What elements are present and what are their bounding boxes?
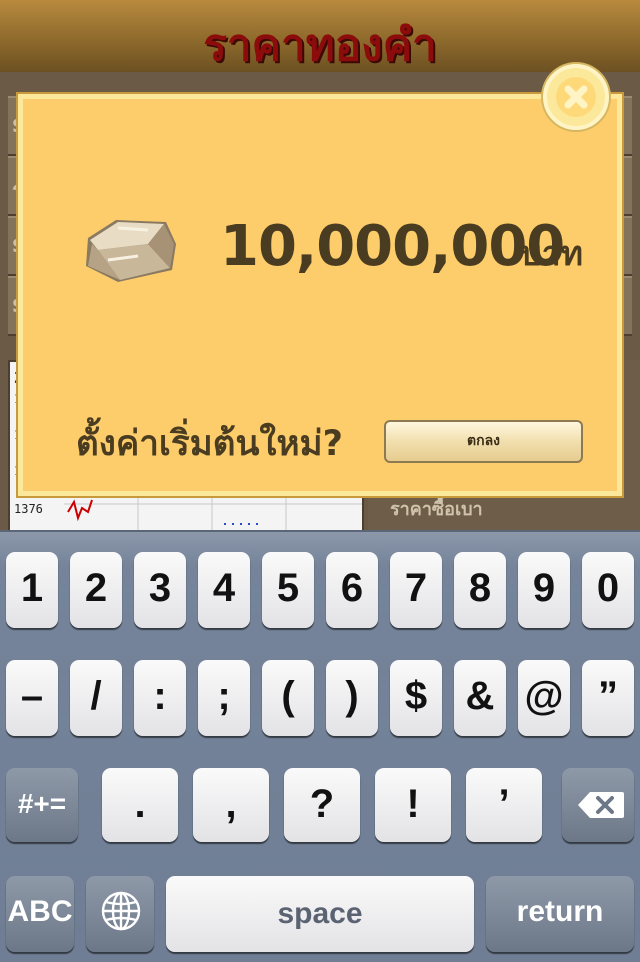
- close-x-icon: [564, 85, 588, 109]
- key[interactable]: !: [375, 768, 451, 842]
- backspace-icon: [578, 792, 624, 818]
- key[interactable]: 9: [518, 552, 570, 628]
- key[interactable]: $: [390, 660, 442, 736]
- key[interactable]: 1: [6, 552, 58, 628]
- key[interactable]: /: [70, 660, 122, 736]
- key[interactable]: ’: [466, 768, 542, 842]
- key[interactable]: 7: [390, 552, 442, 628]
- key[interactable]: @: [518, 660, 570, 736]
- app-header: ราคาทองคำ: [0, 0, 640, 72]
- key[interactable]: &: [454, 660, 506, 736]
- reset-question: ตั้งค่าเริ่มต้นใหม่?: [76, 424, 343, 464]
- globe-icon: [101, 891, 141, 931]
- app-title: ราคาทองคำ: [203, 20, 437, 71]
- symbols-toggle-key[interactable]: #+=: [6, 768, 78, 842]
- key[interactable]: :: [134, 660, 186, 736]
- key[interactable]: ;: [198, 660, 250, 736]
- ok-button[interactable]: ตกลง: [384, 420, 583, 463]
- key[interactable]: 5: [262, 552, 314, 628]
- close-button[interactable]: [543, 64, 609, 130]
- globe-key[interactable]: [86, 876, 154, 952]
- abc-key[interactable]: ABC: [6, 876, 74, 952]
- chart-label: 1376: [14, 502, 43, 516]
- key[interactable]: 6: [326, 552, 378, 628]
- key[interactable]: (: [262, 660, 314, 736]
- key[interactable]: 3: [134, 552, 186, 628]
- key[interactable]: 4: [198, 552, 250, 628]
- amount-unit: บาท: [520, 234, 584, 274]
- key[interactable]: .: [102, 768, 178, 842]
- key[interactable]: ): [326, 660, 378, 736]
- key[interactable]: ”: [582, 660, 634, 736]
- space-key[interactable]: space: [166, 876, 474, 952]
- key[interactable]: 0: [582, 552, 634, 628]
- key[interactable]: 2: [70, 552, 122, 628]
- backspace-key[interactable]: [562, 768, 634, 842]
- key[interactable]: 8: [454, 552, 506, 628]
- key[interactable]: ,: [193, 768, 269, 842]
- close-button-face: [556, 77, 596, 117]
- side-panel-label: ราคาซื้อเบา: [390, 499, 483, 520]
- key[interactable]: ?: [284, 768, 360, 842]
- chart-line: [67, 499, 93, 522]
- reward-amount: 10,000,000: [220, 214, 565, 279]
- return-key[interactable]: return: [486, 876, 634, 952]
- gold-bar-icon: [86, 220, 176, 282]
- key[interactable]: –: [6, 660, 58, 736]
